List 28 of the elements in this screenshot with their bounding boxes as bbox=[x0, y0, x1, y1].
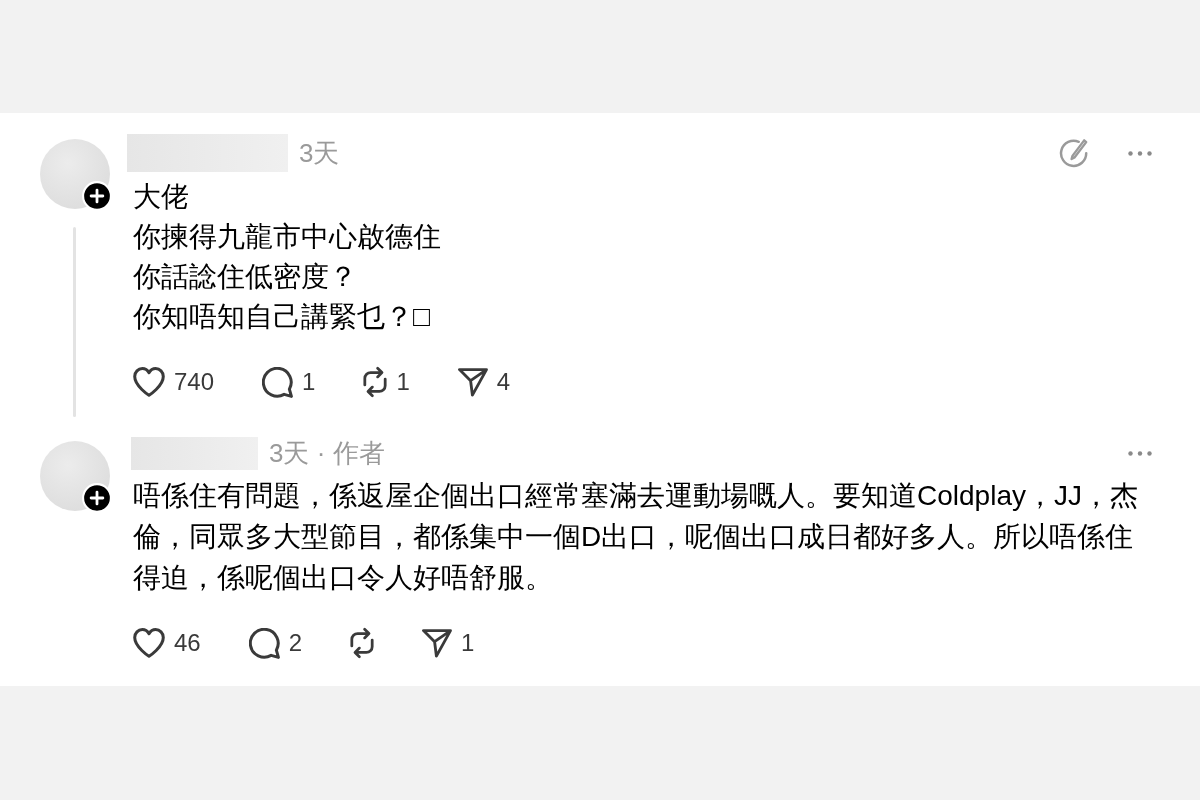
repost-arrows-icon bbox=[363, 366, 388, 398]
paper-plane-icon bbox=[422, 628, 453, 658]
heart-icon bbox=[133, 367, 165, 397]
repost-button[interactable]: 1 bbox=[363, 366, 410, 398]
share-button[interactable]: 4 bbox=[457, 366, 511, 398]
like-button[interactable]: 46 bbox=[133, 627, 201, 659]
post-meta: 3天 · 作者 bbox=[269, 436, 385, 470]
repost-button[interactable] bbox=[350, 627, 375, 659]
pencil-circle-icon[interactable] bbox=[1059, 138, 1089, 168]
repost-arrows-icon bbox=[350, 627, 375, 659]
follow-plus-icon[interactable] bbox=[82, 483, 112, 513]
comment-text: 唔係住有問題，係返屋企個出口經常塞滿去運動場嘅人。要知道Coldplay，JJ，杰倫，同眾多大型節目，都係集中一個D出口，呢個出口成日都好多人。所以唔係住得迫，係呢個出口令人好唔舒服。 bbox=[133, 479, 1139, 595]
reply-button[interactable]: 1 bbox=[262, 366, 316, 398]
like-button[interactable]: 740 bbox=[133, 366, 215, 398]
share-button[interactable]: 1 bbox=[422, 627, 475, 659]
more-icon[interactable] bbox=[1128, 150, 1152, 156]
speech-bubble-icon bbox=[262, 366, 294, 398]
paper-plane-icon bbox=[457, 367, 488, 397]
follow-plus-icon[interactable] bbox=[82, 181, 112, 211]
heart-icon bbox=[133, 628, 165, 658]
speech-bubble-icon bbox=[248, 627, 280, 659]
post-meta: 3天 bbox=[299, 136, 340, 170]
more-icon[interactable] bbox=[1128, 450, 1152, 456]
comment-text: 你揀得九龍市中心啟德住 bbox=[133, 220, 442, 254]
comment-text: 你知唔知自己講緊乜？□ bbox=[133, 300, 431, 334]
comment-text: 你話諗住低密度？ bbox=[133, 260, 358, 294]
reply-button[interactable]: 2 bbox=[248, 627, 303, 659]
comment-text: 大佬 bbox=[133, 180, 190, 214]
